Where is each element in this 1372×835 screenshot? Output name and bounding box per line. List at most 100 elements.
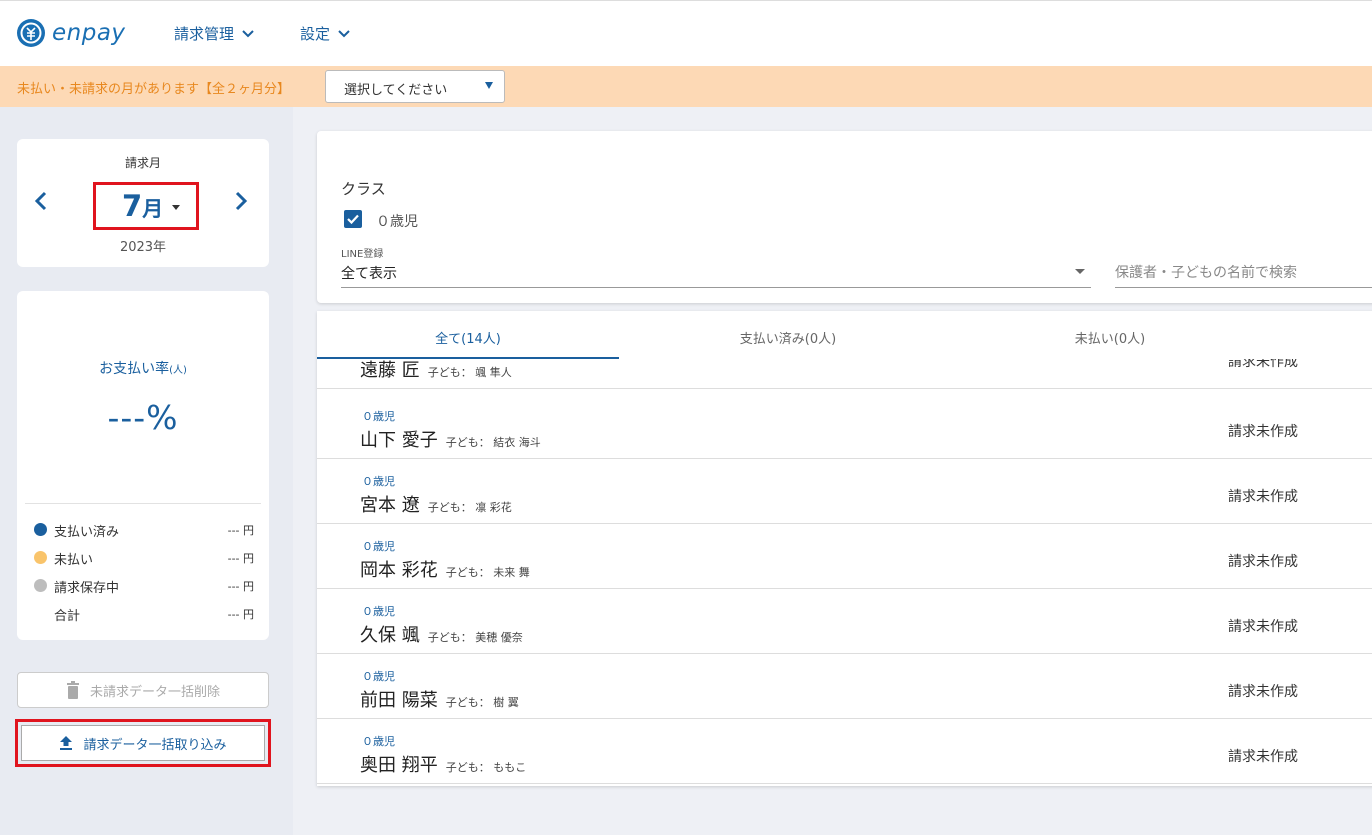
row-children: 子ども： ももこ xyxy=(445,761,527,774)
row-children: 子ども： 美穂 優奈 xyxy=(427,631,523,644)
row-guardian-name: 奥田 翔平 xyxy=(360,755,438,776)
logo[interactable]: enpay xyxy=(16,18,126,48)
legend-amount: --- 円 xyxy=(227,580,254,593)
payment-rate-title: お支払い率(人) xyxy=(17,358,269,378)
line-filter-value: 全て表示 xyxy=(341,266,397,282)
enpay-logo-icon xyxy=(17,19,45,47)
legend-label: 請求保存中 xyxy=(54,581,120,596)
legend-dot xyxy=(34,551,47,564)
row-status: 請求未作成 xyxy=(1228,424,1298,440)
row-children: 子ども： 颯 隼人 xyxy=(427,366,512,379)
row-name: 遠藤 匠子ども： 颯 隼人 xyxy=(360,356,512,382)
nav-settings-menu[interactable]: 設定 xyxy=(300,23,350,44)
row-name: 山下 愛子 子ども： 結衣 海斗 xyxy=(360,426,541,452)
billing-year: 2023年 xyxy=(119,240,167,255)
row-guardian-name: 山下 愛子 xyxy=(360,430,438,451)
row-name: 岡本 彩花 子ども： 未来 舞 xyxy=(360,556,530,582)
legend-total: 合計 --- 円 xyxy=(34,604,254,624)
trash-icon xyxy=(66,681,79,699)
nav-settings-label: 設定 xyxy=(300,25,331,43)
payment-rate-value: ---% xyxy=(107,398,179,437)
row-name: 久保 颯子ども： 美穂 優奈 xyxy=(360,621,523,647)
list-item[interactable]: ０歳児 山下 愛子 子ども： 結衣 海斗 請求未作成 xyxy=(317,394,1372,459)
list-item[interactable]: ０歳児 前田 陽菜 子ども： 樹 翼 請求未作成 xyxy=(317,654,1372,719)
list-item[interactable]: ０歳児 久保 颯子ども： 美穂 優奈 請求未作成 xyxy=(317,589,1372,654)
month-value: 7月 xyxy=(122,189,163,223)
legend-dot xyxy=(34,579,47,592)
divider xyxy=(25,503,261,504)
unpaid-notice-text: 未払い・未請求の月があります【全２ヶ月分】 xyxy=(17,82,291,97)
row-status: 請求未作成 xyxy=(1228,684,1298,700)
row-class: ０歳児 xyxy=(362,410,395,423)
legend-dot xyxy=(34,523,47,536)
legend-label: 合計 xyxy=(54,609,81,624)
month-unit: 月 xyxy=(142,197,164,221)
status-tabs: 全て(14人) 支払い済み(0人) 未払い(0人) xyxy=(317,311,1372,359)
row-children: 子ども： 凛 彩花 xyxy=(427,501,512,514)
billing-month-card: 請求月 7月 2023年 xyxy=(17,139,269,267)
month-selector[interactable]: 7月 xyxy=(93,182,199,230)
list-item[interactable]: ０歳児 奥田 翔平 子ども： ももこ 請求未作成 xyxy=(317,719,1372,784)
line-filter-select[interactable]: 全て表示 xyxy=(341,258,1091,288)
list-item[interactable]: ０歳児 宮本 遼子ども： 凛 彩花 請求未作成 xyxy=(317,459,1372,524)
nav-billing-menu[interactable]: 請求管理 xyxy=(174,23,254,44)
caret-down-icon xyxy=(172,205,180,210)
row-children: 子ども： 未来 舞 xyxy=(445,566,530,579)
payment-rate-title-unit: (人) xyxy=(169,365,187,376)
row-status: 請求未作成 xyxy=(1228,749,1298,765)
search-input[interactable] xyxy=(1115,258,1372,288)
row-guardian-name: 岡本 彩花 xyxy=(360,560,438,581)
legend-amount: --- 円 xyxy=(227,608,254,621)
chevron-down-icon xyxy=(242,29,254,37)
upload-icon xyxy=(60,736,73,750)
row-children: 子ども： 結衣 海斗 xyxy=(445,436,541,449)
class-checkbox[interactable] xyxy=(344,210,362,228)
filter-card: クラス ０歳児 LINE登録 全て表示 xyxy=(317,131,1372,303)
caret-down-icon xyxy=(1075,269,1085,274)
nav-billing-label: 請求管理 xyxy=(174,25,235,43)
row-name: 奥田 翔平 子ども： ももこ xyxy=(360,751,526,777)
legend-saving: 請求保存中 --- 円 xyxy=(34,576,254,596)
row-status: 請求未作成 xyxy=(1228,619,1298,635)
payment-rate-card: お支払い率(人) ---% 支払い済み --- 円 未払い --- 円 請求保存… xyxy=(17,291,269,640)
list-item[interactable]: ０歳児 岡本 彩花 子ども： 未来 舞 請求未作成 xyxy=(317,524,1372,589)
chevron-left-icon[interactable] xyxy=(34,191,48,211)
bulk-import-button[interactable]: 請求データ一括取り込み xyxy=(21,725,265,761)
row-class: ０歳児 xyxy=(362,475,395,488)
class-filter-label: クラス xyxy=(341,180,386,198)
chevron-down-icon xyxy=(338,29,350,37)
tab-unpaid[interactable]: 未払い(0人) xyxy=(959,311,1261,359)
legend-unpaid: 未払い --- 円 xyxy=(34,548,254,568)
chevron-right-icon[interactable] xyxy=(234,191,248,211)
legend-label: 支払い済み xyxy=(54,525,120,540)
row-guardian-name: 久保 颯 xyxy=(360,625,420,646)
bulk-delete-label: 未請求データ一括削除 xyxy=(89,684,220,700)
unpaid-notice-bar: 未払い・未請求の月があります【全２ヶ月分】 選択してください xyxy=(0,66,1372,107)
legend-amount: --- 円 xyxy=(227,552,254,565)
row-class: ０歳児 xyxy=(362,605,395,618)
bulk-import-label: 請求データ一括取り込み xyxy=(83,737,227,753)
page: enpay 請求管理 設定 未払い・未請求の月があります【全２ヶ月分】 選択して… xyxy=(0,0,1372,835)
row-status: 請求未作成 xyxy=(1228,489,1298,505)
legend-label: 未払い xyxy=(54,553,94,568)
payment-rate-title-text: お支払い率 xyxy=(99,361,170,377)
tab-all[interactable]: 全て(14人) xyxy=(317,311,619,359)
bulk-delete-button[interactable]: 未請求データ一括削除 xyxy=(17,672,269,708)
row-children: 子ども： 樹 翼 xyxy=(445,696,519,709)
logo-text: enpay xyxy=(52,20,126,46)
caret-down-icon xyxy=(485,82,493,89)
checkmark-icon xyxy=(347,214,359,225)
row-status: 請求未作成 xyxy=(1228,554,1298,570)
guardian-list-card: ０歳児 遠藤 匠子ども： 颯 隼人 請求未作成 ０歳児 山下 愛子子ども： 結衣… xyxy=(317,311,1372,786)
unpaid-month-select-value: 選択してください xyxy=(344,83,448,98)
legend-amount: --- 円 xyxy=(227,524,254,537)
month-number: 7 xyxy=(122,189,143,223)
row-guardian-name: 遠藤 匠 xyxy=(360,360,420,381)
billing-month-label: 請求月 xyxy=(124,156,161,170)
legend-paid: 支払い済み --- 円 xyxy=(34,520,254,540)
unpaid-month-select[interactable]: 選択してください xyxy=(325,70,505,103)
tab-paid[interactable]: 支払い済み(0人) xyxy=(637,311,939,359)
row-guardian-name: 前田 陽菜 xyxy=(360,690,438,711)
row-guardian-name: 宮本 遼 xyxy=(360,495,420,516)
row-name: 宮本 遼子ども： 凛 彩花 xyxy=(360,491,512,517)
